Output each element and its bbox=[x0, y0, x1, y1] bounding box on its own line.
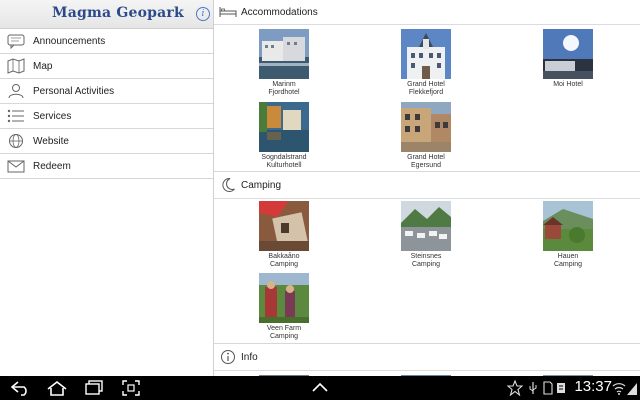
thumbnail-image bbox=[401, 201, 451, 251]
tile-moi-hotel[interactable]: Moi Hotel bbox=[528, 29, 608, 89]
sidebar-item-label: Personal Activities bbox=[33, 85, 115, 97]
signal-icon bbox=[626, 380, 638, 401]
person-icon bbox=[5, 82, 27, 100]
back-icon[interactable] bbox=[10, 380, 32, 401]
camping-grid: Bakkaåno Camping Steinsnes Camping Hauen… bbox=[214, 199, 640, 343]
tile-caption: Steinsnes Camping bbox=[410, 253, 442, 268]
tile-caption: Marinm Fjordhotel bbox=[268, 81, 300, 96]
sidebar-header: Magma Geopark i bbox=[0, 0, 213, 29]
up-arrow-icon[interactable] bbox=[310, 380, 330, 399]
sidebar-item-label: Map bbox=[33, 60, 53, 72]
status-clock: 13:37 bbox=[574, 378, 612, 395]
thumbnail-image bbox=[259, 102, 309, 152]
section-title: Camping bbox=[241, 179, 282, 191]
home-icon[interactable] bbox=[46, 380, 68, 401]
info-icon[interactable]: i bbox=[196, 7, 210, 21]
tile-grand-hotel-egersund[interactable]: Grand Hotel Egersund bbox=[386, 102, 466, 170]
sidebar-item-map[interactable]: Map bbox=[0, 54, 213, 79]
screenshot-icon[interactable] bbox=[122, 380, 140, 401]
thumbnail-image bbox=[543, 201, 593, 251]
globe-icon bbox=[5, 132, 27, 150]
wifi-icon bbox=[612, 380, 626, 401]
sidebar-item-label: Website bbox=[33, 135, 69, 147]
tile-steinsnes-camping[interactable]: Steinsnes Camping bbox=[386, 201, 466, 269]
bed-icon bbox=[217, 3, 239, 21]
sidebar-item-label: Services bbox=[33, 110, 72, 122]
tile-caption: Bakkaåno Camping bbox=[268, 253, 300, 268]
main-content[interactable]: Accommodations Marinm Fjordhotel Grand H… bbox=[214, 0, 640, 376]
tile-sogndalstrand-kulturhotell[interactable]: Sogndalstrand Kulturhotell bbox=[244, 102, 324, 170]
tile-marinm-fjordhotel[interactable]: Marinm Fjordhotel bbox=[244, 29, 324, 97]
tile-caption: Moi Hotel bbox=[553, 81, 583, 88]
tile-caption: Veen Farm Camping bbox=[266, 325, 302, 340]
tile-bakkaano-camping[interactable]: Bakkaåno Camping bbox=[244, 201, 324, 269]
map-icon bbox=[5, 57, 27, 75]
thumbnail-image bbox=[401, 29, 451, 79]
sidebar-item-label: Redeem bbox=[33, 160, 71, 172]
app-logo: Magma Geopark bbox=[52, 5, 184, 21]
section-title: Info bbox=[241, 351, 258, 363]
recent-apps-icon[interactable] bbox=[84, 380, 104, 401]
sidebar-item-services[interactable]: Services bbox=[0, 104, 213, 129]
section-header-camping: Camping bbox=[214, 172, 640, 199]
accommodations-grid: Marinm Fjordhotel Grand Hotel Flekkefjord bbox=[214, 25, 640, 171]
tile-caption: Grand Hotel Egersund bbox=[407, 154, 445, 169]
sidebar: Magma Geopark i Announcements Map Person… bbox=[0, 0, 214, 376]
thumbnail-image bbox=[543, 29, 593, 79]
list-icon bbox=[5, 107, 27, 125]
thumbnail-image bbox=[259, 273, 309, 323]
section-title: Accommodations bbox=[241, 6, 318, 18]
section-header-info: Info bbox=[214, 344, 640, 371]
sidebar-item-announcements[interactable]: Announcements bbox=[0, 29, 213, 54]
tile-veen-farm-camping[interactable]: Veen Farm Camping bbox=[244, 273, 324, 341]
thumbnail-image bbox=[401, 102, 451, 152]
tile-caption: Hauen Camping bbox=[553, 253, 582, 268]
thumbnail-image bbox=[259, 201, 309, 251]
thumbnail-image bbox=[259, 29, 309, 79]
notification-icon bbox=[556, 380, 566, 401]
sidebar-item-website[interactable]: Website bbox=[0, 129, 213, 154]
usb-icon bbox=[528, 380, 538, 401]
tile-caption: Grand Hotel Flekkefjord bbox=[407, 81, 445, 96]
tile-hauen-camping[interactable]: Hauen Camping bbox=[528, 201, 608, 269]
system-navigation-bar: 13:37 bbox=[0, 376, 640, 400]
sidebar-item-label: Announcements bbox=[33, 35, 106, 47]
moon-icon bbox=[217, 176, 239, 194]
envelope-icon bbox=[5, 157, 27, 175]
sidebar-item-redeem[interactable]: Redeem bbox=[0, 154, 213, 179]
tile-grand-hotel-flekkefjord[interactable]: Grand Hotel Flekkefjord bbox=[386, 29, 466, 97]
tile-caption: Sogndalstrand Kulturhotell bbox=[261, 154, 307, 169]
star-icon bbox=[506, 379, 524, 401]
sd-card-icon bbox=[543, 380, 553, 401]
speech-bubble-icon bbox=[5, 32, 27, 50]
section-header-accommodations: Accommodations bbox=[214, 0, 640, 25]
sidebar-item-personal-activities[interactable]: Personal Activities bbox=[0, 79, 213, 104]
info-circle-icon bbox=[217, 348, 239, 366]
